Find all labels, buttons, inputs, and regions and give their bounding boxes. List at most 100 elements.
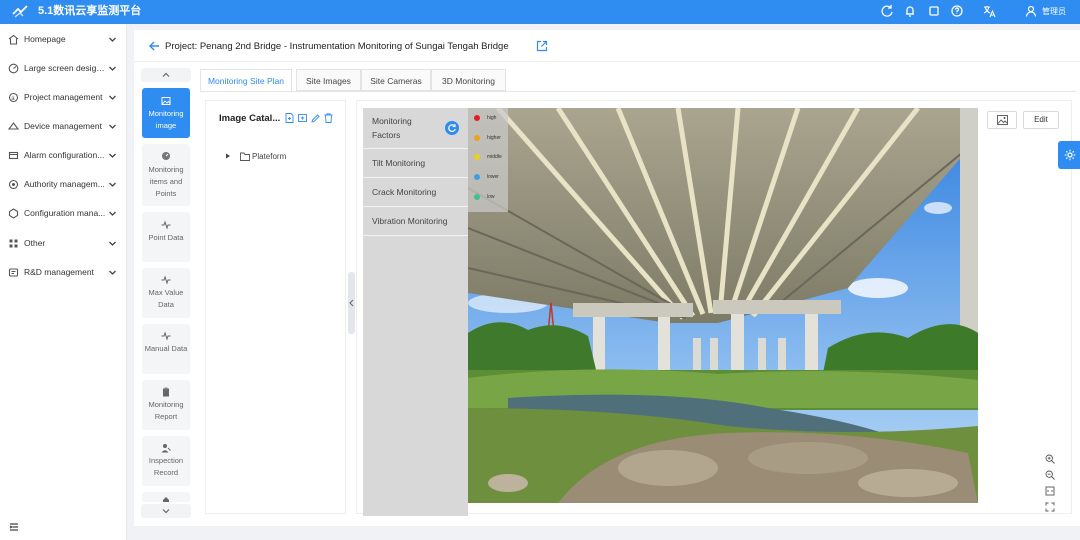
chevron-down-icon xyxy=(109,241,116,246)
chevron-down-icon xyxy=(109,270,116,275)
zoom-out-icon[interactable] xyxy=(1045,470,1055,480)
project-icon: a xyxy=(8,92,19,103)
legend-item: higher xyxy=(474,134,508,144)
site-plan-image[interactable] xyxy=(468,108,978,503)
scroll-up-button[interactable] xyxy=(141,68,191,82)
pulse-icon xyxy=(161,331,171,341)
legend-label: lower xyxy=(487,174,499,180)
main-panel: Project: Penang 2nd Bridge - Instrumenta… xyxy=(134,30,1080,526)
function-monitoring-image[interactable]: Monitoring image xyxy=(142,88,190,138)
function-max-value-data[interactable]: Max Value Data xyxy=(142,268,190,318)
back-arrow-icon[interactable] xyxy=(148,40,160,52)
risk-legend: high higher middle lower low xyxy=(468,108,508,212)
function-manual-data[interactable]: Manual Data xyxy=(142,324,190,374)
fullscreen-icon[interactable] xyxy=(1045,502,1055,512)
factor-header: Monitoring Factors xyxy=(363,108,468,149)
authority-icon xyxy=(8,179,19,190)
alarm-icon xyxy=(8,151,19,160)
edit-button[interactable]: Edit xyxy=(1023,111,1059,129)
sidebar-item-other[interactable]: Other xyxy=(0,229,127,258)
factors-title: Monitoring Factors xyxy=(372,116,412,140)
chevron-down-icon xyxy=(109,153,116,158)
chevron-down-icon xyxy=(109,182,116,187)
sidebar-item-project-management[interactable]: a Project management xyxy=(0,83,127,112)
function-monitoring-report[interactable]: Monitoring Report xyxy=(142,380,190,430)
function-point-data[interactable]: Point Data xyxy=(142,212,190,262)
legend-item: high xyxy=(474,114,508,124)
bridge-photo xyxy=(468,108,978,503)
external-link-icon[interactable] xyxy=(536,40,548,52)
pulse-icon xyxy=(161,220,171,230)
sidebar-item-label: R&D management xyxy=(24,267,94,277)
user-icon[interactable] xyxy=(1024,4,1038,18)
tab-monitoring-site-plan[interactable]: Monitoring Site Plan xyxy=(200,69,292,91)
image-icon xyxy=(997,115,1008,125)
function-monitoring-items[interactable]: Monitoring items and Points xyxy=(142,144,190,206)
more-icon xyxy=(163,497,169,502)
monitoring-factors-panel: Monitoring Factors Tilt Monitoring Crack… xyxy=(363,108,468,516)
legend-dot xyxy=(474,115,480,121)
sidebar-item-device-management[interactable]: Device management xyxy=(0,112,127,141)
pulse-icon xyxy=(161,275,171,285)
sidebar-item-alarm-configuration[interactable]: Alarm configuration... xyxy=(0,141,127,170)
site-plan-viewer: Monitoring Factors Tilt Monitoring Crack… xyxy=(356,100,1072,516)
panel-splitter[interactable] xyxy=(348,272,355,334)
legend-dot xyxy=(474,135,480,141)
screen-icon[interactable] xyxy=(927,4,941,18)
legend-label: higher xyxy=(487,135,501,141)
tab-site-cameras[interactable]: Site Cameras xyxy=(361,69,431,91)
caret-right-icon[interactable] xyxy=(225,153,231,159)
delete-icon[interactable] xyxy=(324,113,333,123)
function-more[interactable] xyxy=(142,492,190,502)
function-label: Monitoring Report xyxy=(148,400,184,421)
sidebar-item-configuration-management[interactable]: Configuration mana... xyxy=(0,199,127,228)
settings-button[interactable] xyxy=(1058,141,1080,169)
chevron-down-icon xyxy=(109,66,116,71)
help-icon[interactable] xyxy=(950,4,964,18)
factor-crack-monitoring[interactable]: Crack Monitoring xyxy=(363,178,468,207)
gauge-icon xyxy=(162,152,170,160)
sidebar-item-large-screen[interactable]: Large screen design... xyxy=(0,54,127,83)
edit-icon[interactable] xyxy=(311,113,320,123)
change-image-button[interactable] xyxy=(987,111,1017,129)
add-folder-icon[interactable] xyxy=(298,113,307,123)
tabs-divider xyxy=(200,91,1076,92)
translate-icon[interactable] xyxy=(982,4,996,18)
user-name[interactable]: 管理员 xyxy=(1042,5,1066,18)
legend-dot xyxy=(474,154,480,160)
function-label: Point Data xyxy=(148,233,184,242)
tab-site-images[interactable]: Site Images xyxy=(296,69,361,91)
factor-vibration-monitoring[interactable]: Vibration Monitoring xyxy=(363,207,468,236)
bell-icon[interactable] xyxy=(903,4,917,18)
tab-3d-monitoring[interactable]: 3D Monitoring xyxy=(431,69,506,91)
add-file-icon[interactable] xyxy=(285,113,294,123)
logo-icon xyxy=(12,5,28,18)
sidebar-item-label: Project management xyxy=(24,92,103,102)
chevron-down-icon xyxy=(109,211,116,216)
chevron-down-icon xyxy=(109,124,116,129)
folder-icon xyxy=(240,152,250,161)
factor-tilt-monitoring[interactable]: Tilt Monitoring xyxy=(363,149,468,178)
sidebar-item-label: Authority managem... xyxy=(24,179,105,189)
chevron-down-icon xyxy=(162,509,170,514)
rnd-icon xyxy=(8,268,19,277)
function-label: Monitoring items and Points xyxy=(148,165,184,198)
tree-node-label[interactable]: Plateform xyxy=(252,151,286,162)
function-inspection-record[interactable]: Inspection Record xyxy=(142,436,190,486)
project-title: Project: Penang 2nd Bridge - Instrumenta… xyxy=(165,41,509,52)
scroll-down-button[interactable] xyxy=(141,504,191,518)
menu-collapse-icon[interactable] xyxy=(8,521,20,533)
fit-icon[interactable] xyxy=(1045,486,1055,496)
factor-label: Tilt Monitoring xyxy=(372,158,426,168)
legend-item: middle xyxy=(474,153,508,163)
zoom-in-icon[interactable] xyxy=(1045,454,1055,464)
function-label: Max Value Data xyxy=(148,288,184,309)
inspector-icon xyxy=(161,444,171,453)
sidebar-item-authority-management[interactable]: Authority managem... xyxy=(0,170,127,199)
sidebar-item-homepage[interactable]: Homepage xyxy=(0,25,127,54)
refresh-icon[interactable] xyxy=(445,121,459,135)
refresh-icon[interactable] xyxy=(880,4,894,18)
dashboard-icon xyxy=(8,63,19,74)
sidebar-item-rnd-management[interactable]: R&D management xyxy=(0,258,127,287)
image-icon xyxy=(161,97,171,105)
